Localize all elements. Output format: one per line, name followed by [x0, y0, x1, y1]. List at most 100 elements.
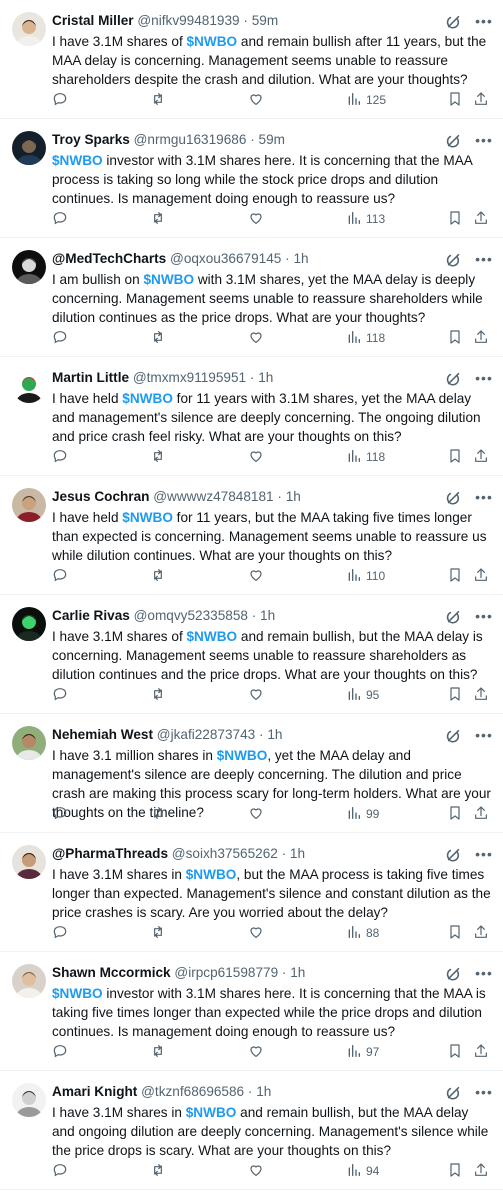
- share-button[interactable]: [473, 804, 489, 824]
- cashtag-link[interactable]: $NWBO: [186, 1105, 237, 1120]
- views-button[interactable]: 125: [346, 90, 386, 110]
- author-name[interactable]: Troy Sparks: [52, 132, 130, 147]
- like-button[interactable]: [248, 90, 264, 110]
- repost-button[interactable]: [150, 1161, 166, 1181]
- post[interactable]: Carlie Rivas @omqvy52335858 · 1h ••• I h…: [0, 595, 503, 714]
- repost-button[interactable]: [150, 923, 166, 943]
- share-button[interactable]: [473, 328, 489, 348]
- grok-icon[interactable]: [445, 728, 463, 746]
- cashtag-link[interactable]: $NWBO: [187, 34, 238, 49]
- grok-icon[interactable]: [445, 14, 463, 32]
- like-button[interactable]: [248, 1042, 264, 1062]
- more-icon[interactable]: •••: [473, 250, 495, 268]
- post-time[interactable]: 59m: [259, 132, 285, 147]
- avatar[interactable]: [12, 607, 46, 641]
- author-name[interactable]: Shawn Mccormick: [52, 965, 171, 980]
- avatar[interactable]: [12, 369, 46, 403]
- bookmark-button[interactable]: [447, 447, 463, 467]
- reply-button[interactable]: [52, 328, 68, 348]
- post-time[interactable]: 1h: [267, 727, 282, 742]
- grok-icon[interactable]: [445, 609, 463, 627]
- bookmark-button[interactable]: [447, 90, 463, 110]
- author-handle[interactable]: @tmxmx91195951: [133, 370, 246, 385]
- author-name[interactable]: Cristal Miller: [52, 13, 134, 28]
- author-handle[interactable]: @tkznf68696586: [141, 1084, 244, 1099]
- post-time[interactable]: 1h: [293, 251, 308, 266]
- more-icon[interactable]: •••: [473, 726, 495, 744]
- repost-button[interactable]: [150, 566, 166, 586]
- bookmark-button[interactable]: [447, 804, 463, 824]
- reply-button[interactable]: [52, 90, 68, 110]
- bookmark-button[interactable]: [447, 1161, 463, 1181]
- repost-button[interactable]: [150, 1042, 166, 1062]
- author-handle[interactable]: @nrmgu16319686: [134, 132, 247, 147]
- avatar[interactable]: [12, 964, 46, 998]
- author-handle[interactable]: @oqxou36679145: [170, 251, 281, 266]
- author-name[interactable]: Nehemiah West: [52, 727, 153, 742]
- post[interactable]: @PharmaThreads @soixh37565262 · 1h ••• I…: [0, 833, 503, 952]
- author-handle[interactable]: @soixh37565262: [172, 846, 278, 861]
- more-icon[interactable]: •••: [473, 964, 495, 982]
- share-button[interactable]: [473, 209, 489, 229]
- author-name[interactable]: Martin Little: [52, 370, 129, 385]
- views-button[interactable]: 118: [346, 328, 385, 348]
- reply-button[interactable]: [52, 1161, 68, 1181]
- reply-button[interactable]: [52, 685, 68, 705]
- share-button[interactable]: [473, 90, 489, 110]
- avatar[interactable]: [12, 1083, 46, 1117]
- like-button[interactable]: [248, 328, 264, 348]
- like-button[interactable]: [248, 804, 264, 824]
- grok-icon[interactable]: [445, 371, 463, 389]
- repost-button[interactable]: [150, 804, 166, 824]
- cashtag-link[interactable]: $NWBO: [143, 272, 194, 287]
- bookmark-button[interactable]: [447, 1042, 463, 1062]
- avatar[interactable]: [12, 488, 46, 522]
- repost-button[interactable]: [150, 209, 166, 229]
- cashtag-link[interactable]: $NWBO: [186, 867, 237, 882]
- like-button[interactable]: [248, 1161, 264, 1181]
- post-time[interactable]: 1h: [286, 489, 301, 504]
- post-time[interactable]: 1h: [290, 846, 305, 861]
- post[interactable]: Martin Little @tmxmx91195951 · 1h ••• I …: [0, 357, 503, 476]
- share-button[interactable]: [473, 447, 489, 467]
- reply-button[interactable]: [52, 209, 68, 229]
- bookmark-button[interactable]: [447, 328, 463, 348]
- avatar[interactable]: [12, 726, 46, 760]
- grok-icon[interactable]: [445, 252, 463, 270]
- author-name[interactable]: Carlie Rivas: [52, 608, 130, 623]
- author-handle[interactable]: @omqvy52335858: [134, 608, 248, 623]
- reply-button[interactable]: [52, 923, 68, 943]
- views-button[interactable]: 94: [346, 1161, 379, 1181]
- more-icon[interactable]: •••: [473, 1083, 495, 1101]
- author-name[interactable]: @PharmaThreads: [52, 846, 168, 861]
- share-button[interactable]: [473, 566, 489, 586]
- repost-button[interactable]: [150, 90, 166, 110]
- more-icon[interactable]: •••: [473, 607, 495, 625]
- views-button[interactable]: 95: [346, 685, 379, 705]
- cashtag-link[interactable]: $NWBO: [122, 510, 173, 525]
- post-time[interactable]: 1h: [258, 370, 273, 385]
- author-name[interactable]: Amari Knight: [52, 1084, 137, 1099]
- grok-icon[interactable]: [445, 490, 463, 508]
- views-button[interactable]: 118: [346, 447, 385, 467]
- more-icon[interactable]: •••: [473, 845, 495, 863]
- like-button[interactable]: [248, 923, 264, 943]
- post[interactable]: Cristal Miller @nifkv99481939 · 59m ••• …: [0, 0, 503, 119]
- author-handle[interactable]: @wwwwz47848181: [153, 489, 273, 504]
- more-icon[interactable]: •••: [473, 131, 495, 149]
- avatar[interactable]: [12, 250, 46, 284]
- post[interactable]: @MedTechCharts @oqxou36679145 · 1h ••• I…: [0, 238, 503, 357]
- author-name[interactable]: @MedTechCharts: [52, 251, 166, 266]
- grok-icon[interactable]: [445, 847, 463, 865]
- share-button[interactable]: [473, 923, 489, 943]
- cashtag-link[interactable]: $NWBO: [217, 748, 268, 763]
- cashtag-link[interactable]: $NWBO: [52, 986, 103, 1001]
- cashtag-link[interactable]: $NWBO: [187, 629, 238, 644]
- reply-button[interactable]: [52, 1042, 68, 1062]
- share-button[interactable]: [473, 1161, 489, 1181]
- views-button[interactable]: 99: [346, 804, 379, 824]
- reply-button[interactable]: [52, 566, 68, 586]
- bookmark-button[interactable]: [447, 566, 463, 586]
- grok-icon[interactable]: [445, 966, 463, 984]
- like-button[interactable]: [248, 447, 264, 467]
